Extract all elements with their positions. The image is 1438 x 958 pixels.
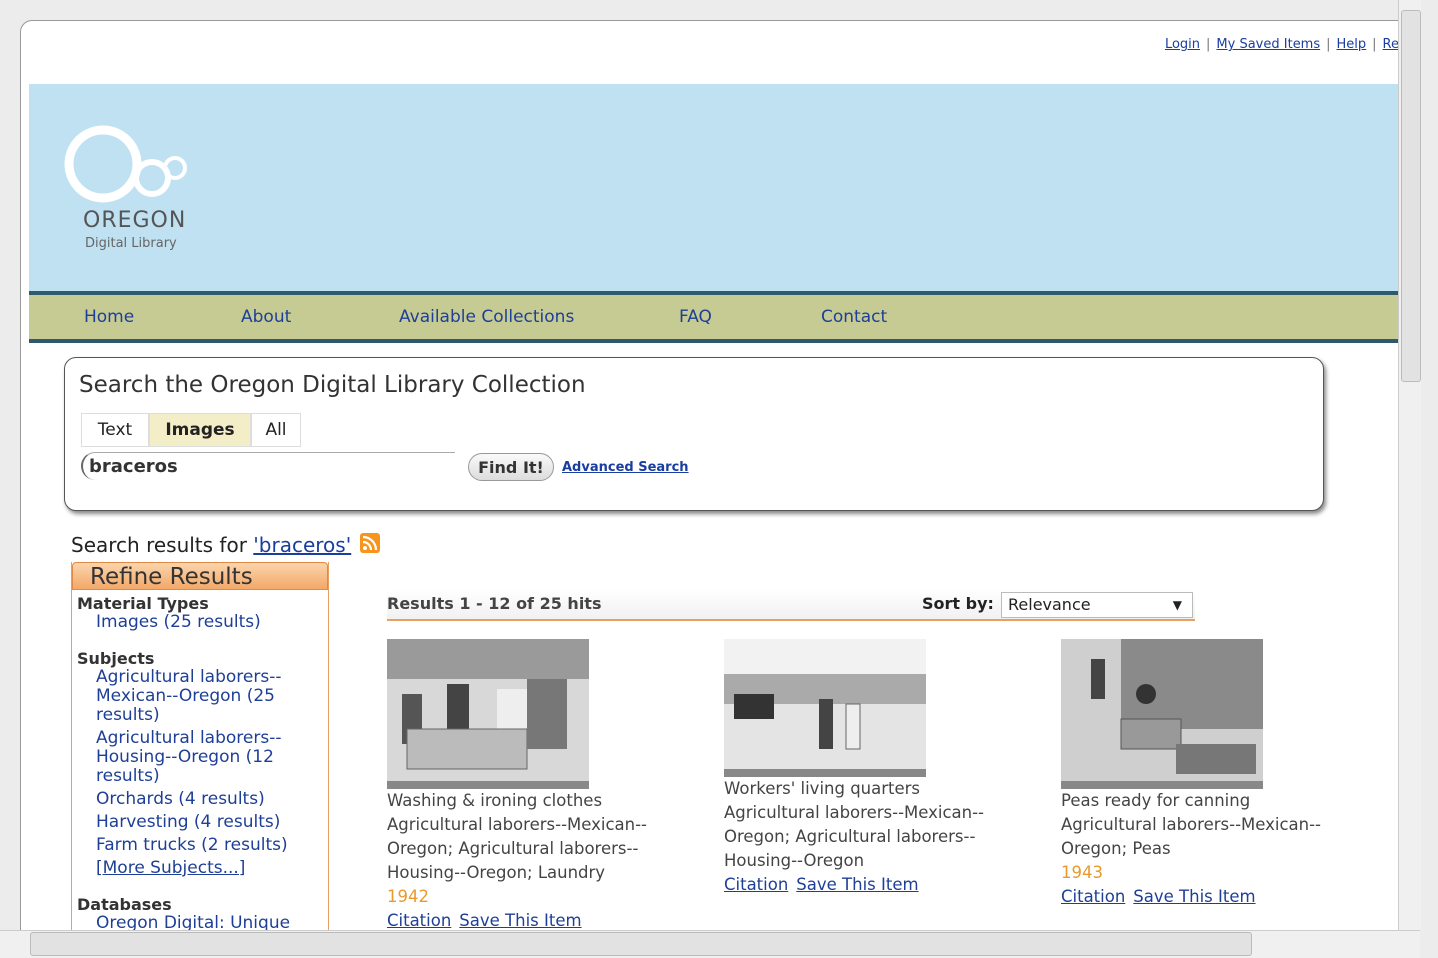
result-subjects: Agricultural laborers--Mexican--Oregon; … (1061, 815, 1322, 858)
refine-results-title: Refine Results (72, 562, 328, 590)
result-card: Washing & ironing clothes Agricultural l… (387, 639, 677, 931)
facet-item-database[interactable]: Oregon Digital: Unique (96, 914, 328, 932)
rss-icon[interactable] (360, 533, 380, 553)
search-input[interactable] (81, 452, 455, 480)
citation-link[interactable]: Citation (387, 911, 451, 930)
tab-all[interactable]: All (251, 413, 301, 447)
dropdown-arrow-icon: ▼ (1172, 598, 1182, 612)
search-panel: Search the Oregon Digital Library Collec… (64, 357, 1324, 511)
header-banner: OREGON Digital Library (29, 84, 1399, 292)
facet-item-subject[interactable]: Harvesting (4 results) (96, 813, 328, 832)
horizontal-scroll-thumb[interactable] (30, 932, 1252, 956)
utility-links: Login | My Saved Items | Help | Re (1164, 37, 1399, 52)
result-date: 1942 (387, 887, 429, 906)
facet-item-images[interactable]: Images (25 results) (96, 613, 328, 632)
nav-home[interactable]: Home (84, 307, 134, 327)
my-saved-items-link[interactable]: My Saved Items (1216, 37, 1320, 52)
result-title: Washing & ironing clothes (387, 791, 603, 810)
results-count: Results 1 - 12 of 25 hits (387, 594, 602, 613)
help-link[interactable]: Help (1337, 37, 1367, 52)
vertical-scroll-thumb[interactable] (1401, 10, 1421, 382)
nav-faq[interactable]: FAQ (679, 307, 712, 327)
sort-select[interactable]: Relevance ▼ (1001, 592, 1193, 618)
results-for-heading: Search results for 'braceros' (71, 533, 352, 557)
query-link[interactable]: 'braceros' (253, 533, 351, 557)
logo-wordmark: OREGON (83, 208, 187, 233)
facet-item-subject[interactable]: Orchards (4 results) (96, 790, 328, 809)
login-link[interactable]: Login (1165, 37, 1200, 52)
facet-item-subject[interactable]: Agricultural laborers--Mexican--Oregon (… (96, 668, 286, 725)
facet-heading-subjects: Subjects (77, 649, 155, 668)
citation-link[interactable]: Citation (724, 875, 788, 894)
page-frame: Login | My Saved Items | Help | Re OREGON Digi… (20, 20, 1399, 931)
result-thumbnail[interactable] (724, 639, 926, 777)
advanced-search-link[interactable]: Advanced Search (562, 460, 689, 475)
refine-results-panel: Refine Results Material Types Images (25… (71, 562, 329, 931)
tab-text[interactable]: Text (81, 413, 149, 447)
vertical-scrollbar[interactable] (1398, 0, 1421, 930)
tab-images[interactable]: Images (149, 413, 251, 447)
odl-logo-icon[interactable] (55, 106, 205, 256)
result-card: Peas ready for canning Agricultural labo… (1061, 639, 1351, 909)
result-title: Workers' living quarters (724, 779, 921, 798)
save-item-link[interactable]: Save This Item (796, 875, 918, 894)
result-thumbnail[interactable] (387, 639, 589, 789)
logo-subtitle: Digital Library (85, 236, 177, 251)
search-title: Search the Oregon Digital Library Collec… (79, 372, 586, 398)
facet-item-subject[interactable]: Agricultural laborers--Housing--Oregon (… (96, 729, 286, 786)
facet-item-subject[interactable]: Farm trucks (2 results) (96, 836, 328, 855)
result-title: Peas ready for canning (1061, 791, 1251, 810)
citation-link[interactable]: Citation (1061, 887, 1125, 906)
sort-label: Sort by: (922, 594, 994, 613)
save-item-link[interactable]: Save This Item (1133, 887, 1255, 906)
facet-heading-databases: Databases (77, 895, 172, 914)
result-card: Workers' living quarters Agricultural la… (724, 639, 1014, 897)
result-subjects: Agricultural laborers--Mexican--Oregon; … (724, 803, 985, 870)
main-nav: Home About Available Collections FAQ Con… (29, 291, 1399, 343)
results-bar: Results 1 - 12 of 25 hits Sort by: Relev… (387, 589, 1195, 621)
more-subjects-link[interactable]: [More Subjects...] (96, 858, 245, 878)
facet-heading-material-types: Material Types (77, 594, 209, 613)
horizontal-scrollbar[interactable] (0, 930, 1420, 958)
save-item-link[interactable]: Save This Item (459, 911, 581, 930)
find-it-button[interactable]: Find It! (468, 453, 554, 481)
nav-available-collections[interactable]: Available Collections (399, 307, 574, 327)
nav-contact[interactable]: Contact (821, 307, 887, 327)
result-subjects: Agricultural laborers--Mexican--Oregon; … (387, 815, 648, 882)
nav-about[interactable]: About (241, 307, 291, 327)
register-link[interactable]: Re (1383, 37, 1399, 52)
result-thumbnail[interactable] (1061, 639, 1263, 789)
result-date: 1943 (1061, 863, 1103, 882)
